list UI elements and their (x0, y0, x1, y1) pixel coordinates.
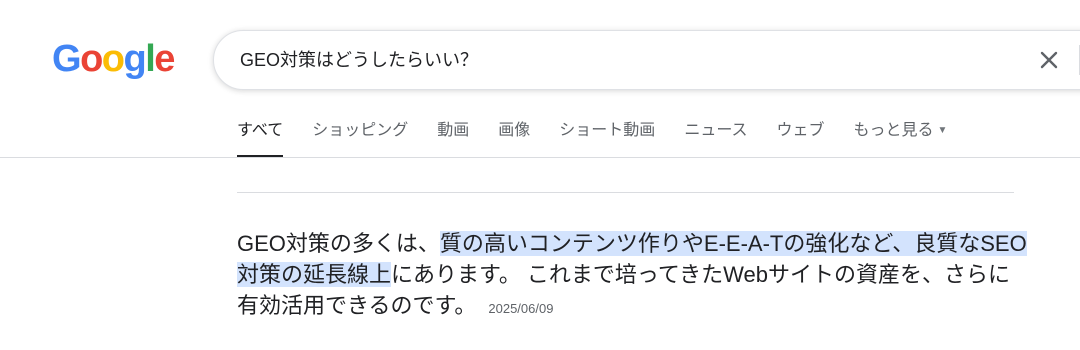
tab-all[interactable]: すべて (237, 116, 284, 158)
snippet-date: 2025/06/09 (488, 301, 554, 316)
tab-images[interactable]: 画像 (498, 116, 530, 158)
search-box[interactable]: GEO対策はどうしたらいい？ (213, 30, 1080, 90)
logo-letter: g (123, 38, 147, 80)
logo-letter: l (145, 38, 156, 80)
logo-letter: o (101, 38, 125, 80)
logo-letter: o (80, 38, 103, 80)
featured-snippet: GEO対策の多くは、質の高いコンテンツ作りやE-E-A-Tの強化など、良質なSE… (237, 228, 1027, 324)
tab-short-videos[interactable]: ショート動画 (559, 116, 655, 158)
tab-shopping[interactable]: ショッピング (312, 116, 408, 158)
tab-more[interactable]: もっと見る ▼ (854, 116, 948, 158)
tab-videos[interactable]: 動画 (437, 116, 469, 158)
snippet-text: GEO対策の多くは、 (237, 231, 440, 256)
tab-web[interactable]: ウェブ (777, 116, 825, 158)
search-tabs: すべて ショッピング 動画 画像 ショート動画 ニュース ウェブ もっと見る ▼ (237, 116, 976, 158)
logo-letter: G (52, 38, 82, 80)
tab-more-label: もっと見る (853, 122, 934, 140)
search-input[interactable]: GEO対策はどうしたらいい？ (240, 31, 478, 89)
logo-letter: e (154, 38, 175, 80)
header-divider (0, 157, 1080, 158)
result-divider (237, 192, 1014, 193)
close-icon (1040, 51, 1058, 69)
caret-down-icon: ▼ (937, 125, 948, 136)
google-logo[interactable]: Google (52, 36, 175, 82)
tab-news[interactable]: ニュース (684, 116, 747, 158)
clear-search-button[interactable] (1036, 47, 1062, 73)
